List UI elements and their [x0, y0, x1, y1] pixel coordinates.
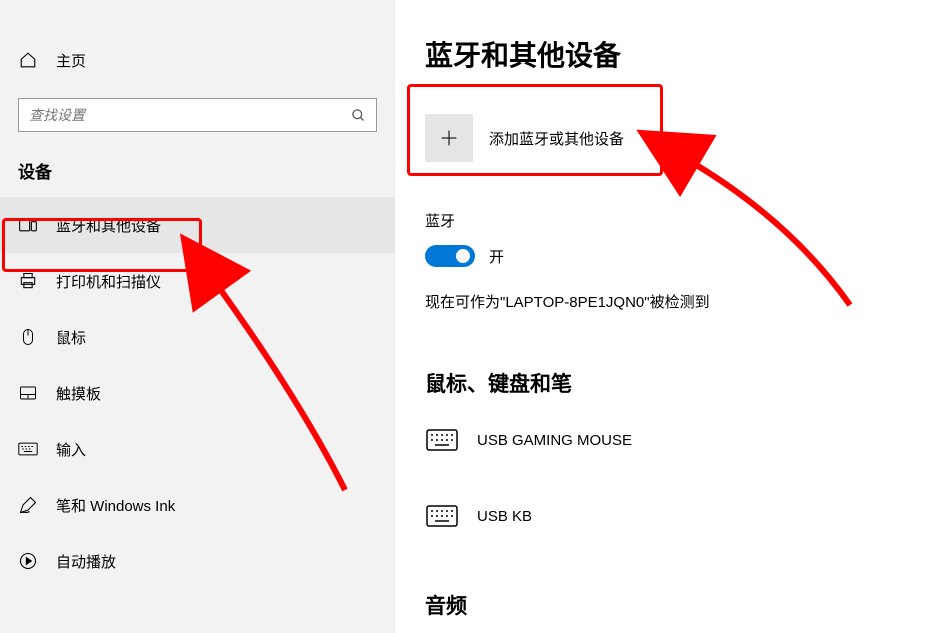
- sidebar-item-label: 自动播放: [56, 551, 116, 572]
- sidebar-item-label: 鼠标: [56, 327, 86, 348]
- keyboard-device-icon: [425, 426, 459, 454]
- home-link[interactable]: 主页: [0, 40, 395, 80]
- search-icon: [350, 107, 366, 123]
- bluetooth-devices-icon: [18, 215, 38, 235]
- device-row[interactable]: USB KB: [425, 492, 950, 540]
- sidebar-item-label: 打印机和扫描仪: [56, 271, 161, 292]
- sidebar-item-printers[interactable]: 打印机和扫描仪: [0, 253, 395, 309]
- bluetooth-label: 蓝牙: [425, 210, 950, 231]
- sidebar-item-touchpad[interactable]: 触摸板: [0, 365, 395, 421]
- sidebar-item-autoplay[interactable]: 自动播放: [0, 533, 395, 589]
- pen-icon: [18, 495, 38, 515]
- keyboard-device-icon: [425, 502, 459, 530]
- sidebar-item-label: 输入: [56, 439, 86, 460]
- section-audio: 音频: [425, 590, 950, 620]
- add-device-label: 添加蓝牙或其他设备: [489, 128, 624, 149]
- sidebar-item-label: 触摸板: [56, 383, 101, 404]
- autoplay-icon: [18, 551, 38, 571]
- sidebar-item-label: 笔和 Windows Ink: [56, 495, 175, 516]
- sidebar-item-mouse[interactable]: 鼠标: [0, 309, 395, 365]
- discoverable-text: 现在可作为"LAPTOP-8PE1JQN0"被检测到: [425, 291, 950, 312]
- device-label: USB KB: [477, 508, 532, 525]
- device-label: USB GAMING MOUSE: [477, 432, 632, 449]
- sidebar-item-bluetooth[interactable]: 蓝牙和其他设备: [0, 197, 395, 253]
- sidebar-item-pen[interactable]: 笔和 Windows Ink: [0, 477, 395, 533]
- keyboard-icon: [18, 439, 38, 459]
- touchpad-icon: [18, 383, 38, 403]
- search-input[interactable]: [29, 107, 350, 123]
- add-device-button[interactable]: 添加蓝牙或其他设备: [425, 102, 665, 174]
- printer-icon: [18, 271, 38, 291]
- plus-icon: [425, 114, 473, 162]
- bluetooth-toggle[interactable]: [425, 245, 475, 267]
- toggle-knob: [456, 249, 470, 263]
- sidebar-item-label: 蓝牙和其他设备: [56, 215, 161, 236]
- search-box[interactable]: [18, 98, 377, 132]
- sidebar-section-title: 设备: [0, 132, 395, 197]
- section-mouse-kb: 鼠标、键盘和笔: [425, 368, 950, 398]
- toggle-state-label: 开: [489, 246, 504, 267]
- home-label: 主页: [56, 50, 86, 71]
- mouse-icon: [18, 327, 38, 347]
- sidebar: 主页 设备 蓝牙和其他设备 打印机和扫描仪: [0, 0, 395, 633]
- page-title: 蓝牙和其他设备: [425, 34, 950, 74]
- device-row[interactable]: USB GAMING MOUSE: [425, 416, 950, 464]
- content-pane: 蓝牙和其他设备 添加蓝牙或其他设备 蓝牙 开 现在可作为"LAPTOP-8PE1…: [395, 0, 950, 633]
- sidebar-item-typing[interactable]: 输入: [0, 421, 395, 477]
- home-icon: [18, 50, 38, 70]
